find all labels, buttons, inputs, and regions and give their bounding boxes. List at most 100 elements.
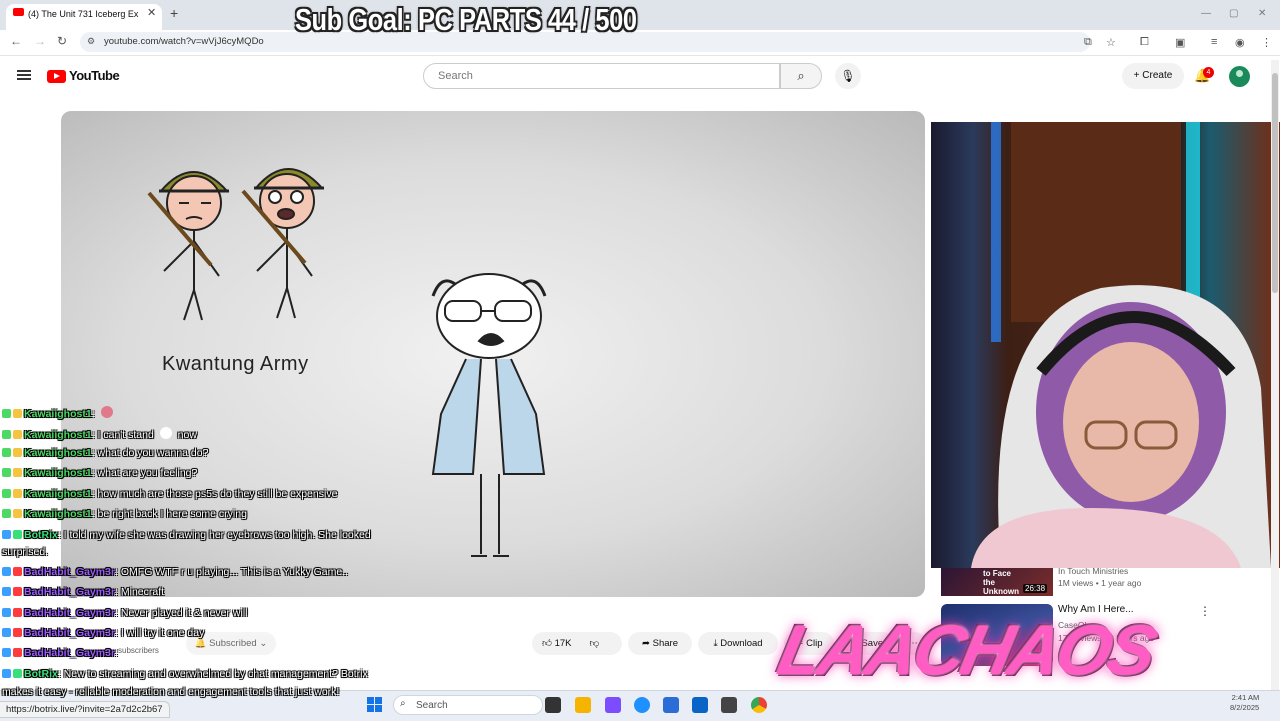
chat-platform-icon [2, 509, 11, 518]
chat-text: : [91, 408, 98, 420]
chat-message: Kawaiighost1: [2, 406, 116, 421]
maximize-window-icon[interactable]: ▢ [1229, 8, 1238, 19]
chat-message: Kawaiighost1: how much are those ps5s do… [2, 488, 337, 501]
outlook-icon[interactable] [692, 697, 708, 713]
subscribed-label: Subscribed [209, 638, 257, 649]
recommended-channel-1[interactable]: In Touch Ministries [1058, 566, 1128, 576]
chat-badge-icon [13, 448, 22, 457]
copilot-icon[interactable] [605, 697, 621, 713]
browser-menu-icon[interactable]: ⋮ [1261, 36, 1272, 49]
thumbnail-text: to Face the Unknown [983, 569, 1019, 596]
chat-message-continued: makes it easy - reliable moderation and … [2, 686, 340, 698]
install-app-icon[interactable]: ⧉ [1084, 36, 1092, 49]
new-tab-icon[interactable]: + [170, 5, 178, 21]
edge-icon[interactable] [634, 697, 650, 713]
store-icon[interactable] [663, 697, 679, 713]
chat-username: Kawaiighost1 [24, 447, 92, 459]
chat-message: BadHabit_Gaym3r: Minecraft [2, 586, 164, 599]
chat-badge-icon [13, 489, 22, 498]
chat-message: BadHabit_Gaym3r: Never played it & never… [2, 607, 248, 620]
thumbs-down-icon[interactable]: 👎︎ [589, 638, 599, 649]
share-button[interactable]: ➦ Share [628, 632, 692, 655]
extensions-icon[interactable]: ⧠ [1140, 36, 1149, 49]
windows-start-icon[interactable] [367, 697, 383, 713]
browser-tab-bar [0, 0, 1280, 30]
chat-platform-icon [2, 409, 11, 418]
search-input[interactable]: Search [423, 63, 780, 89]
youtube-favicon-icon [13, 8, 24, 16]
task-view-icon[interactable] [545, 697, 561, 713]
chat-platform-icon [2, 448, 11, 457]
taskbar-search-input[interactable]: Search [393, 695, 543, 715]
browser-tab[interactable]: (4) The Unit 731 Iceberg Ex [6, 4, 162, 30]
menu-hamburger-icon[interactable] [17, 70, 31, 80]
chat-message: Kawaiighost1: be right back I here some … [2, 508, 247, 521]
chat-message: BadHabit_Gaym3r: [2, 647, 118, 660]
chat-username: BadHabit_Gaym3r [24, 607, 116, 619]
profile-icon[interactable]: ◉ [1235, 36, 1245, 49]
chat-username: BadHabit_Gaym3r [24, 566, 116, 578]
close-tab-icon[interactable]: ✕ [147, 6, 156, 19]
create-button[interactable]: + Create [1122, 63, 1184, 89]
chat-platform-icon [2, 608, 11, 617]
youtube-wordmark[interactable]: YouTube [69, 68, 120, 83]
taskbar-search-icon: ⌕ [400, 698, 406, 709]
scientist-figure [431, 273, 547, 557]
like-button[interactable]: 👍︎ 17K 👎︎ [532, 632, 622, 655]
chrome-icon[interactable] [751, 697, 767, 713]
chat-username: Kawaiighost1 [24, 488, 92, 500]
like-count: 17K [554, 638, 572, 649]
minimize-window-icon[interactable]: — [1201, 8, 1211, 19]
chat-platform-icon [2, 530, 11, 539]
chat-badge-icon [13, 608, 22, 617]
side-panel-icon[interactable]: ▣ [1175, 36, 1185, 49]
chat-text: : [115, 647, 118, 659]
chat-username: BotRix [24, 668, 58, 680]
chat-message: BadHabit_Gaym3r: I will try it one day [2, 627, 204, 640]
chat-platform-icon [2, 430, 11, 439]
voice-search-button[interactable]: 🎙 [835, 63, 861, 89]
subscriber-count: subscribers [118, 646, 159, 655]
chat-platform-icon [2, 489, 11, 498]
bookmark-star-icon[interactable]: ☆ [1106, 36, 1116, 49]
microphone-icon: 🎙 [840, 69, 856, 83]
chat-platform-icon [2, 468, 11, 477]
file-explorer-icon[interactable] [575, 697, 591, 713]
video-player[interactable]: Kwantung Army [61, 111, 925, 597]
account-avatar[interactable] [1229, 66, 1250, 87]
chat-platform-icon [2, 669, 11, 678]
close-window-icon[interactable]: ✕ [1258, 8, 1266, 19]
youtube-logo-icon[interactable] [47, 70, 66, 83]
forward-icon[interactable]: → [34, 34, 46, 48]
chat-text-continued: now [174, 429, 197, 441]
create-label: Create [1142, 70, 1173, 81]
taskbar-search-placeholder: Search [416, 700, 448, 711]
chat-badge-icon [13, 648, 22, 657]
media-control-icon[interactable]: ≡ [1211, 36, 1217, 48]
chat-text: : Minecraft [115, 586, 165, 598]
site-info-icon[interactable]: ⚙ [87, 36, 95, 47]
app-icon[interactable] [721, 697, 737, 713]
chat-text: : New to streaming and overwhelmed by ch… [57, 668, 368, 680]
back-icon[interactable]: ← [10, 34, 22, 48]
search-button[interactable]: ⌕ [780, 63, 822, 89]
chat-badge-icon [13, 468, 22, 477]
chat-text: : I can't stand [91, 429, 157, 441]
chat-text: : how much are those ps5s do they still … [91, 488, 338, 500]
reload-icon[interactable]: ↻ [57, 34, 67, 48]
streamer-webcam-image [971, 122, 1271, 568]
download-button[interactable]: ⤓ Download [698, 632, 778, 655]
more-options-icon[interactable]: ⋮ [1199, 604, 1211, 618]
scrollbar-thumb[interactable] [1272, 73, 1278, 293]
chat-text: : I will try it one day [115, 627, 205, 639]
system-clock[interactable]: 2:41 AM 8/2/2025 [1230, 693, 1259, 713]
chat-platform-icon [2, 587, 11, 596]
link-status-url: https://botrix.live/?invite=2a7d2c2b67 [0, 701, 170, 718]
chat-message: BadHabit_Gaym3r: OMFG WTF r u playing...… [2, 566, 348, 579]
chat-emote-icon [159, 427, 172, 439]
share-label: Share [652, 638, 678, 649]
chat-username: Kawaiighost1 [24, 429, 92, 441]
chat-message: Kawaiighost1: what do you wanna do? [2, 447, 208, 460]
share-icon: ➦ [642, 638, 653, 649]
webcam-overlay [931, 122, 1280, 568]
